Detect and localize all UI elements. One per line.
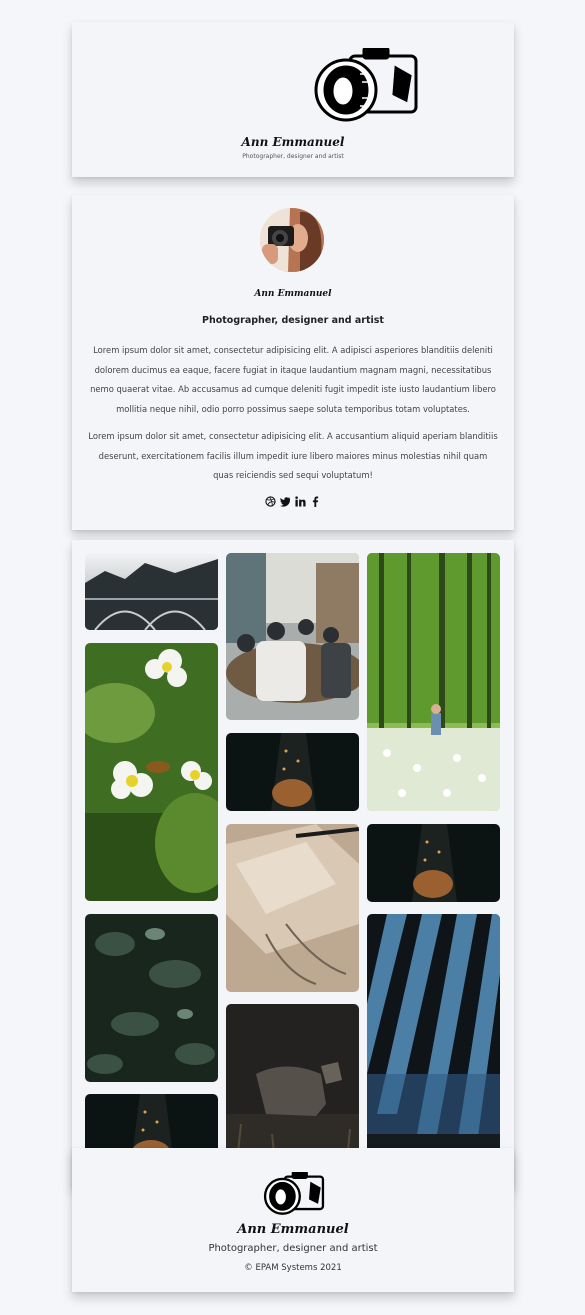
- about-card: Ann Emmanuel Photographer, designer and …: [72, 195, 514, 530]
- about-paragraph-2: Lorem ipsum dolor sit amet, consectetur …: [88, 431, 498, 480]
- camera-icon: [263, 1172, 325, 1215]
- header-name: Ann Emmanuel: [241, 135, 345, 149]
- photo-blue-shadows[interactable]: [367, 914, 500, 1172]
- photo-forest-child[interactable]: [367, 553, 500, 811]
- header-tagline: Photographer, designer and artist: [242, 153, 344, 160]
- photo-bridge[interactable]: [85, 553, 218, 630]
- camera-icon: [314, 48, 418, 122]
- photo-paper-pen[interactable]: [226, 824, 359, 992]
- photo-leaves[interactable]: [85, 914, 218, 1082]
- footer-name: Ann Emmanuel: [237, 1222, 349, 1237]
- footer-card: Ann Emmanuel Photographer, designer and …: [72, 1148, 514, 1292]
- about-paragraph-1: Lorem ipsum dolor sit amet, consectetur …: [90, 345, 496, 414]
- dribbble-icon[interactable]: [265, 492, 276, 507]
- facebook-icon[interactable]: [310, 492, 321, 507]
- photo-alley-2[interactable]: [226, 733, 359, 811]
- footer-tagline: Photographer, designer and artist: [208, 1243, 378, 1254]
- photo-alley-3[interactable]: [367, 824, 500, 902]
- twitter-icon[interactable]: [280, 492, 291, 507]
- linkedin-icon[interactable]: [295, 492, 306, 507]
- about-role: Photographer, designer and artist: [202, 315, 384, 326]
- about-name: Ann Emmanuel: [254, 289, 332, 299]
- photo-wolf[interactable]: [226, 1004, 359, 1172]
- photo-bee-flowers[interactable]: [85, 643, 218, 901]
- avatar: [260, 208, 324, 272]
- header-card: Ann Emmanuel Photographer, designer and …: [72, 22, 514, 177]
- gallery-card: [72, 540, 514, 1188]
- photo-meeting[interactable]: [226, 553, 359, 720]
- social-links: [72, 492, 514, 507]
- footer-copyright: © EPAM Systems 2021: [244, 1263, 342, 1273]
